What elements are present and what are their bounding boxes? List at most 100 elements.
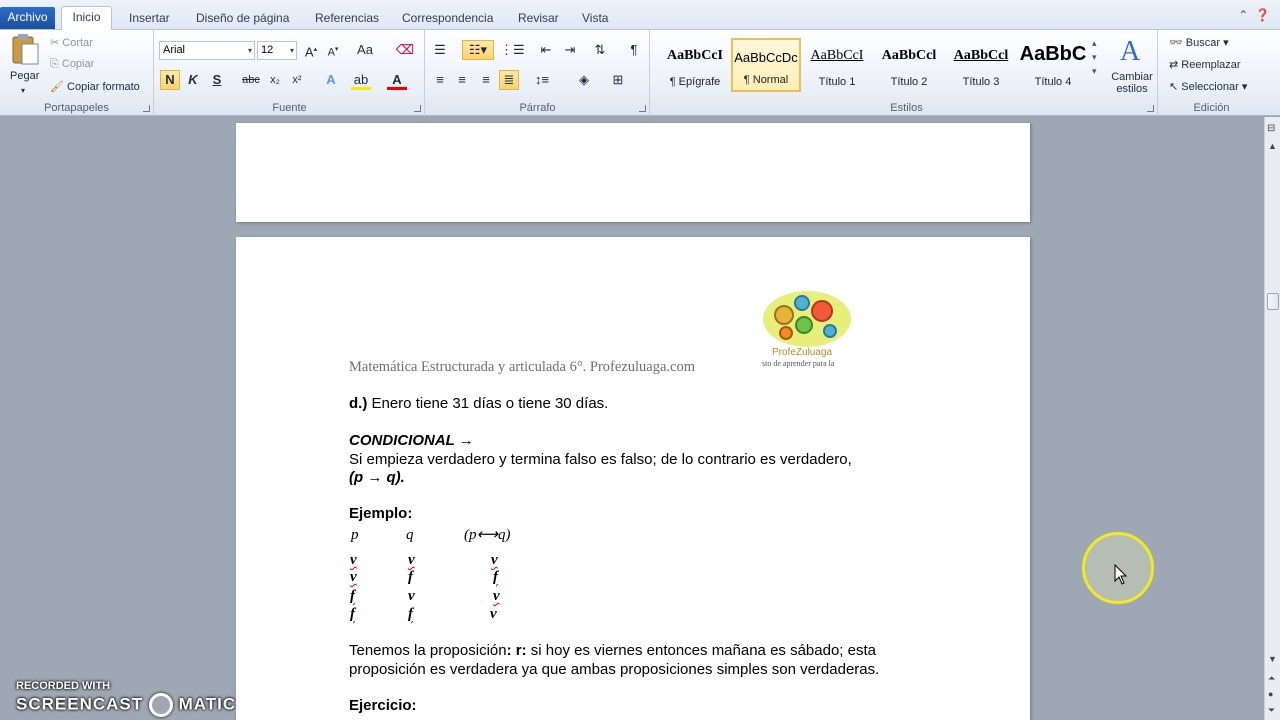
table-cell: v — [493, 588, 500, 604]
svg-text:A: A — [1120, 36, 1141, 66]
select-button[interactable]: ↖ Seleccionar ▾ — [1169, 80, 1247, 93]
paragraph-launcher-icon[interactable] — [639, 105, 646, 112]
style-titulo-3[interactable]: AaBbCcl Título 3 — [946, 38, 1016, 92]
font-group: Arial ▾ 12 ▾ A▴ A▾ Aa ⌫ N K S abc x₂ x² A … — [155, 30, 425, 116]
paste-icon[interactable] — [10, 34, 40, 68]
show-marks-icon[interactable]: ¶ — [624, 40, 644, 60]
clear-formatting-icon[interactable]: ⌫ — [395, 40, 415, 60]
editing-group: 👓 Buscar ▾ ⇄ Reemplazar ↖ Seleccionar ▾ … — [1159, 30, 1264, 116]
tab-mailings[interactable]: Correspondencia — [402, 8, 493, 30]
binoculars-icon: 👓 — [1169, 37, 1183, 49]
document-page[interactable]: ProfeZuluaga sto de aprender para la Mat… — [236, 237, 1030, 720]
subscript-icon[interactable]: x₂ — [265, 70, 285, 90]
font-launcher-icon[interactable] — [414, 105, 421, 112]
line-spacing-icon[interactable]: ↕≡ — [532, 70, 552, 90]
increase-indent-icon[interactable]: ⇥ — [560, 40, 580, 60]
table-cell: f — [408, 606, 413, 622]
align-center-icon[interactable]: ≡ — [452, 70, 472, 90]
bullets-icon[interactable]: ☰ — [430, 40, 450, 60]
table-cell: f — [350, 588, 355, 604]
scroll-up-icon[interactable]: ▲ — [1268, 141, 1277, 151]
strikethrough-icon[interactable]: abc — [241, 70, 261, 90]
style-titulo-2[interactable]: AaBbCcl Título 2 — [874, 38, 944, 92]
help-icon[interactable]: ❓ — [1255, 8, 1270, 22]
shrink-font-icon[interactable]: A▾ — [323, 40, 343, 60]
ribbon-minimize-icon[interactable]: ⌃ ❓ — [1238, 8, 1270, 22]
align-right-icon[interactable]: ≡ — [476, 70, 496, 90]
font-color-icon[interactable]: A — [387, 70, 407, 90]
decrease-indent-icon[interactable]: ⇤ — [536, 40, 556, 60]
tab-page-layout[interactable]: Diseño de página — [196, 8, 289, 30]
logo-text: ProfeZuluaga — [772, 347, 833, 358]
conditional-title: CONDICIONAL → — [349, 432, 474, 449]
styles-launcher-icon[interactable] — [1147, 105, 1154, 112]
document-page-previous[interactable] — [236, 123, 1030, 222]
cut-button[interactable]: ✂ Cortar — [50, 36, 93, 49]
clipboard-group: Pegar ▾ ✂ Cortar ⎘ Copiar 🖌 Copiar forma… — [0, 30, 154, 116]
next-page-icon[interactable]: ⏷ — [1268, 705, 1275, 716]
align-left-icon[interactable]: ≡ — [430, 70, 450, 90]
page-header-text: Matemática Estructurada y articulada 6°.… — [349, 359, 695, 375]
conditional-formula: (p → q). — [349, 469, 405, 486]
change-styles-icon[interactable]: A — [1116, 34, 1146, 69]
mouse-pointer-icon — [1114, 563, 1128, 589]
styles-scroll-icon[interactable]: ▴ ▾ ▾ — [1092, 36, 1097, 78]
style-titulo-4[interactable]: AaBbC Título 4 — [1018, 38, 1088, 92]
paragraph-group: ☰ ☷▾ ⋮☰ ⇤ ⇥ ⇅ ¶ ≡ ≡ ≡ ≣ ↕≡ ◈ ⊞ Párrafo — [426, 30, 650, 116]
table-cell: v — [491, 552, 498, 568]
browse-object-icon[interactable]: ● — [1268, 689, 1273, 699]
multilevel-list-icon[interactable]: ⋮☰ — [500, 40, 525, 60]
ribbon: Pegar ▾ ✂ Cortar ⎘ Copiar 🖌 Copiar forma… — [0, 30, 1280, 116]
change-styles-button[interactable]: Cambiar estilos — [1111, 71, 1153, 95]
borders-icon[interactable]: ⊞ — [608, 70, 628, 90]
table-header-formula: (p⟷q) — [464, 527, 511, 543]
example-label: Ejemplo: — [349, 505, 413, 522]
grow-font-icon[interactable]: A▴ — [301, 40, 321, 60]
font-family-select[interactable]: Arial ▾ — [159, 41, 255, 60]
clipboard-launcher-icon[interactable] — [143, 105, 150, 112]
find-button[interactable]: 👓 Buscar ▾ — [1169, 36, 1229, 49]
superscript-icon[interactable]: x² — [287, 70, 307, 90]
profezuluaga-logo: ProfeZuluaga sto de aprender para la — [762, 289, 852, 368]
paste-button[interactable]: Pegar — [10, 70, 39, 82]
format-painter-button[interactable]: 🖌 Copiar formato — [50, 80, 140, 93]
select-arrow-icon: ↖ — [1169, 81, 1179, 93]
tab-review[interactable]: Revisar — [518, 8, 559, 30]
paragraph-group-label: Párrafo — [519, 102, 556, 114]
document-area[interactable]: ProfeZuluaga sto de aprender para la Mat… — [0, 117, 1264, 720]
screencast-watermark: RECORDED WITH SCREENCAST MATIC — [16, 680, 236, 717]
tab-references[interactable]: Referencias — [315, 8, 379, 30]
screencast-logo-icon — [148, 693, 173, 717]
justify-icon[interactable]: ≣ — [499, 70, 519, 90]
tab-home[interactable]: Inicio — [61, 6, 112, 31]
tab-file[interactable]: Archivo — [0, 7, 55, 29]
style-titulo-1[interactable]: AaBbCcI Título 1 — [802, 38, 872, 92]
italic-button[interactable]: K — [183, 70, 203, 90]
underline-button[interactable]: S — [207, 70, 227, 90]
replace-button[interactable]: ⇄ Reemplazar — [1169, 58, 1241, 71]
tab-insert[interactable]: Insertar — [129, 8, 170, 30]
vertical-scrollbar[interactable]: ⊟ ▲ ▼ ⏶ ● ⏷ — [1264, 117, 1280, 720]
highlight-icon[interactable]: ab — [351, 70, 371, 90]
previous-page-icon[interactable]: ⏶ — [1268, 673, 1275, 684]
bold-button[interactable]: N — [160, 70, 180, 90]
style-epigrafe[interactable]: AaBbCcI ¶ Epígrafe — [660, 38, 730, 92]
font-size-select[interactable]: 12 ▾ — [257, 41, 297, 60]
change-case-icon[interactable]: Aa — [355, 40, 375, 60]
table-header-q: q — [406, 527, 414, 543]
style-normal[interactable]: AaBbCcDc ¶ Normal — [731, 38, 801, 92]
sort-icon[interactable]: ⇅ — [590, 40, 610, 60]
tab-view[interactable]: Vista — [582, 8, 608, 30]
shading-icon[interactable]: ◈ — [574, 70, 594, 90]
scroll-down-icon[interactable]: ▼ — [1268, 654, 1277, 664]
table-cell: f — [350, 606, 355, 622]
numbering-icon[interactable]: ☷▾ — [462, 40, 494, 60]
ruler-toggle-icon[interactable]: ⊟ — [1267, 123, 1275, 134]
brush-icon: 🖌 — [50, 81, 64, 93]
table-header-p: p — [351, 527, 359, 543]
text-effects-icon[interactable]: A — [321, 70, 341, 90]
scrollbar-thumb[interactable] — [1267, 293, 1279, 310]
copy-button[interactable]: ⎘ Copiar — [50, 58, 94, 71]
copy-icon: ⎘ — [50, 58, 59, 70]
ribbon-tab-row: Archivo Inicio Insertar Diseño de página… — [0, 0, 1280, 31]
